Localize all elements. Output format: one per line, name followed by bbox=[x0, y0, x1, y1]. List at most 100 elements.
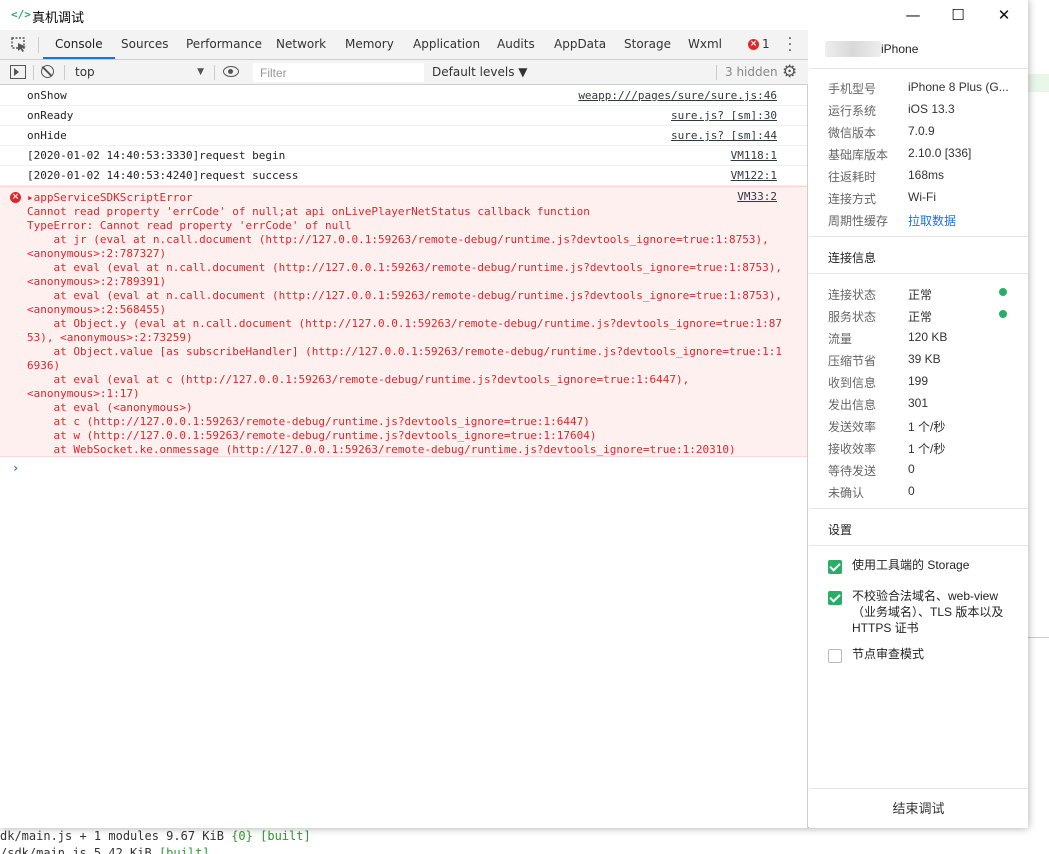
info-label: 未确认 bbox=[828, 486, 865, 500]
error-source-link[interactable]: VM33:2 bbox=[737, 190, 777, 203]
stack-frame: 6936) bbox=[27, 359, 61, 372]
error-line: TypeError: Cannot read property 'errCode… bbox=[27, 219, 352, 232]
end-debug-button[interactable]: 结束调试 bbox=[809, 788, 1028, 828]
console-output[interactable]: onShow weapp:///pages/sure/sure.js:46 on… bbox=[0, 86, 807, 828]
info-label: 接收效率 bbox=[828, 442, 877, 456]
log-levels-dropdown[interactable]: Default levels ▼ bbox=[432, 60, 528, 85]
stack-frame[interactable]: at eval (eval at n.call.document (http:/… bbox=[27, 289, 782, 303]
stack-frame[interactable]: at w (http://127.0.0.1:59263/remote-debu… bbox=[27, 429, 596, 443]
tab-network[interactable]: Network bbox=[276, 30, 326, 59]
log-message: [2020-01-02 14:40:53:3330]request begin bbox=[27, 149, 286, 162]
tab-separator bbox=[38, 37, 39, 53]
stack-frame[interactable]: at Object.value [as subscribeHandler] (h… bbox=[27, 345, 782, 359]
window-title: 真机调试 bbox=[32, 11, 85, 26]
maximize-button[interactable]: ☐ bbox=[935, 0, 981, 30]
info-label: 发出信息 bbox=[828, 398, 877, 412]
log-message: onHide bbox=[27, 129, 67, 142]
log-source-link[interactable]: weapp:///pages/sure/sure.js:46 bbox=[578, 86, 777, 106]
error-badge-icon[interactable]: × bbox=[748, 39, 759, 50]
close-button[interactable]: ✕ bbox=[981, 0, 1027, 30]
context-select[interactable]: top ▼ bbox=[68, 63, 208, 82]
log-source-link[interactable]: VM118:1 bbox=[731, 146, 777, 166]
error-count[interactable]: 1 bbox=[762, 30, 770, 59]
error-title[interactable]: ▸appServiceSDKScriptError bbox=[27, 191, 193, 205]
clear-console-icon[interactable] bbox=[41, 65, 54, 78]
chevron-down-icon: ▼ bbox=[197, 67, 204, 77]
terminal-line-2: /sdk/main.js 5.42 KiB [built] bbox=[0, 846, 210, 854]
code-icon: </> bbox=[11, 8, 31, 21]
inspect-element-icon[interactable] bbox=[11, 37, 27, 52]
devtools-panel: Console Sources Performance Network Memo… bbox=[0, 30, 808, 828]
info-value: Wi-Fi bbox=[908, 190, 936, 204]
filter-input[interactable] bbox=[253, 63, 424, 82]
info-value: 120 KB bbox=[908, 330, 948, 344]
stack-frame[interactable]: at Object.y (eval at n.call.document (ht… bbox=[27, 317, 782, 331]
tab-wxml[interactable]: Wxml bbox=[688, 30, 722, 59]
fetch-data-link[interactable]: 拉取数据 bbox=[908, 212, 1008, 229]
info-value: iOS 13.3 bbox=[908, 102, 955, 116]
toolbar-separator bbox=[64, 65, 65, 80]
info-value: 301 bbox=[908, 396, 929, 410]
log-row: [2020-01-02 14:40:53:3330]request begin … bbox=[0, 146, 807, 166]
tab-console[interactable]: Console bbox=[43, 30, 115, 59]
tab-appdata[interactable]: AppData bbox=[554, 30, 606, 59]
tab-storage[interactable]: Storage bbox=[624, 30, 671, 59]
stack-frame[interactable]: at eval (eval at n.call.document (http:/… bbox=[27, 261, 782, 275]
stack-frame[interactable]: at c (http://127.0.0.1:59263/remote-debu… bbox=[27, 415, 589, 429]
info-value: 正常 bbox=[908, 288, 933, 302]
console-toolbar: top ▼ Default levels ▼ 3 hidden ⚙ bbox=[0, 60, 808, 85]
sidebar-toggle-icon[interactable] bbox=[10, 65, 26, 79]
node-inspect-checkbox[interactable] bbox=[828, 649, 842, 663]
log-row: onReady sure.js? [sm]:30 bbox=[0, 106, 807, 126]
log-source-link[interactable]: sure.js? [sm]:44 bbox=[671, 126, 777, 146]
gear-icon[interactable]: ⚙ bbox=[782, 63, 797, 81]
info-value: 0 bbox=[908, 484, 915, 498]
tab-application[interactable]: Application bbox=[413, 30, 480, 59]
tab-performance[interactable]: Performance bbox=[186, 30, 262, 59]
console-prompt-icon[interactable]: › bbox=[12, 461, 19, 475]
use-tool-storage-checkbox[interactable] bbox=[828, 560, 842, 574]
stack-frame[interactable]: at eval (eval at c (http://127.0.0.1:592… bbox=[27, 373, 689, 387]
tab-audits[interactable]: Audits bbox=[497, 30, 535, 59]
terminal-line-1: dk/main.js + 1 modules 9.67 KiB {0} [bui… bbox=[0, 829, 311, 843]
hidden-messages-count: 3 hidden bbox=[725, 65, 778, 79]
stack-frame[interactable]: at jr (eval at n.call.document (http://1… bbox=[27, 233, 768, 247]
log-row: onShow weapp:///pages/sure/sure.js:46 bbox=[0, 86, 807, 106]
stack-frame: 53), <anonymous>:2:73259) bbox=[27, 331, 193, 344]
node-inspect-label[interactable]: 节点审查模式 bbox=[852, 646, 1012, 662]
info-value: 39 KB bbox=[908, 352, 941, 366]
info-label: 往返耗时 bbox=[828, 170, 877, 184]
connection-section-title: 连接信息 bbox=[828, 251, 877, 265]
device-name: iPhone bbox=[881, 42, 919, 56]
log-row: [2020-01-02 14:40:53:4240]request succes… bbox=[0, 166, 807, 186]
tab-sources[interactable]: Sources bbox=[121, 30, 168, 59]
toolbar-separator bbox=[33, 65, 34, 80]
divider bbox=[809, 236, 1028, 237]
log-message: [2020-01-02 14:40:53:4240]request succes… bbox=[27, 169, 299, 182]
info-label: 流量 bbox=[828, 332, 853, 346]
info-label: 压缩节省 bbox=[828, 354, 877, 368]
log-source-link[interactable]: VM122:1 bbox=[731, 166, 777, 186]
toolbar-separator bbox=[716, 65, 717, 80]
info-label: 周期性缓存 bbox=[828, 214, 889, 228]
eye-icon[interactable] bbox=[223, 66, 239, 77]
info-label: 手机型号 bbox=[828, 82, 877, 96]
info-label: 运行系统 bbox=[828, 104, 877, 118]
skip-domain-check-checkbox[interactable] bbox=[828, 591, 842, 605]
devtools-tab-bar: Console Sources Performance Network Memo… bbox=[0, 30, 808, 60]
use-tool-storage-label[interactable]: 使用工具端的 Storage bbox=[852, 557, 1012, 573]
stack-frame: <anonymous>:2:787327) bbox=[27, 247, 167, 260]
info-value: 7.0.9 bbox=[908, 124, 935, 138]
tab-memory[interactable]: Memory bbox=[345, 30, 394, 59]
minimize-button[interactable]: — bbox=[890, 0, 936, 30]
remote-debug-window: </> 真机调试 — ☐ ✕ Console Sources Performan… bbox=[0, 0, 1028, 828]
skip-domain-check-label[interactable]: 不校验合法域名、web-view（业务域名）、TLS 版本以及 HTTPS 证书 bbox=[852, 588, 1012, 636]
error-message: × VM33:2 ▸appServiceSDKScriptError Canno… bbox=[0, 186, 807, 457]
more-options-icon[interactable]: · · · bbox=[785, 32, 795, 58]
log-row: onHide sure.js? [sm]:44 bbox=[0, 126, 807, 146]
info-label: 连接状态 bbox=[828, 288, 877, 302]
info-value: 199 bbox=[908, 374, 929, 388]
info-value: 2.10.0 [336] bbox=[908, 146, 972, 160]
stack-frame[interactable]: at WebSocket.ke.onmessage (http://127.0.… bbox=[27, 443, 735, 457]
log-source-link[interactable]: sure.js? [sm]:30 bbox=[671, 106, 777, 126]
